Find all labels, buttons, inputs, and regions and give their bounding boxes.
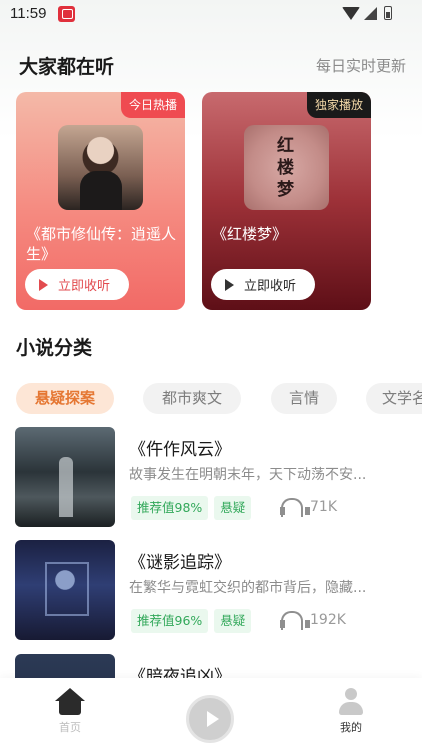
status-time: 11:59: [10, 5, 47, 22]
signal-icon: [364, 6, 377, 20]
book-list-item[interactable]: 《谜影追踪》 在繁华与霓虹交织的都市背后，隐藏... 推荐值96% 悬疑 192…: [15, 540, 407, 640]
featured-card[interactable]: 独家播放 红楼梦 《红楼梦》 立即收听: [202, 92, 371, 310]
nav-mine[interactable]: 我的: [326, 688, 376, 735]
category-section-title: 小说分类: [16, 337, 93, 359]
tab-urban[interactable]: 都市爽文: [143, 383, 241, 414]
popular-section-header: 大家都在听 每日实时更新: [19, 52, 406, 78]
mini-player-button[interactable]: [186, 695, 234, 743]
nav-home-label: 首页: [59, 721, 81, 734]
listen-count-value: 71K: [310, 498, 337, 515]
listen-now-label: 立即收听: [58, 279, 111, 294]
card-title: 《都市修仙传：逍遥人生》: [26, 225, 177, 263]
book-list-item[interactable]: 《仵作风云》 故事发生在明朝末年，天下动荡不安... 推荐值98% 悬疑 71K: [15, 427, 407, 527]
book-cover-image: [58, 125, 143, 210]
featured-card[interactable]: 今日热播 《都市修仙传：逍遥人生》 立即收听: [16, 92, 185, 310]
listen-now-label: 立即收听: [244, 279, 297, 294]
headphones-icon: [280, 498, 310, 517]
recommend-score-badge: 推荐值98%: [131, 496, 209, 520]
nav-home[interactable]: 首页: [45, 688, 95, 735]
book-tags: 推荐值98% 悬疑: [131, 496, 252, 520]
tab-romance[interactable]: 言情: [271, 383, 337, 414]
status-indicators: [342, 6, 392, 20]
genre-badge: 悬疑: [214, 496, 252, 520]
play-icon: [225, 278, 234, 291]
recommend-score-badge: 推荐值96%: [131, 609, 209, 633]
listen-now-button[interactable]: 立即收听: [211, 269, 315, 300]
battery-icon: [384, 6, 392, 20]
book-cover-image: [15, 540, 115, 640]
book-description: 故事发生在明朝末年，天下动荡不安...: [129, 467, 367, 483]
book-title: 《仵作风云》: [129, 440, 231, 460]
home-icon: [55, 688, 85, 716]
listen-count: 192K: [280, 611, 346, 630]
user-icon: [336, 688, 366, 716]
book-title: 《谜影追踪》: [129, 553, 231, 573]
card-title: 《红楼梦》: [212, 225, 288, 243]
play-icon: [39, 278, 48, 291]
app-notification-icon: [58, 6, 75, 22]
book-cover-image: 红楼梦: [244, 125, 329, 210]
listen-count-value: 192K: [310, 611, 346, 628]
play-icon: [207, 711, 219, 727]
wifi-icon: [342, 6, 360, 20]
listen-count: 71K: [280, 498, 337, 517]
tab-mystery[interactable]: 悬疑探案: [16, 383, 114, 414]
daily-update-link[interactable]: 每日实时更新: [316, 55, 406, 76]
popular-section-title: 大家都在听: [19, 56, 115, 78]
cover-calligraphy: 红楼梦: [277, 136, 294, 200]
category-tabs: 悬疑探案 都市爽文 言情 文学名著: [16, 383, 422, 414]
headphones-icon: [280, 611, 310, 630]
card-badge: 独家播放: [306, 92, 371, 118]
status-bar: 11:59: [0, 0, 422, 30]
tab-classics[interactable]: 文学名著: [366, 383, 422, 414]
nav-mine-label: 我的: [340, 721, 362, 734]
card-badge: 今日热播: [120, 92, 185, 118]
bottom-navigation: 首页 我的: [0, 678, 422, 750]
genre-badge: 悬疑: [214, 609, 252, 633]
book-cover-image: [15, 427, 115, 527]
book-description: 在繁华与霓虹交织的都市背后，隐藏...: [129, 580, 367, 596]
listen-now-button[interactable]: 立即收听: [25, 269, 129, 300]
book-tags: 推荐值96% 悬疑: [131, 609, 252, 633]
